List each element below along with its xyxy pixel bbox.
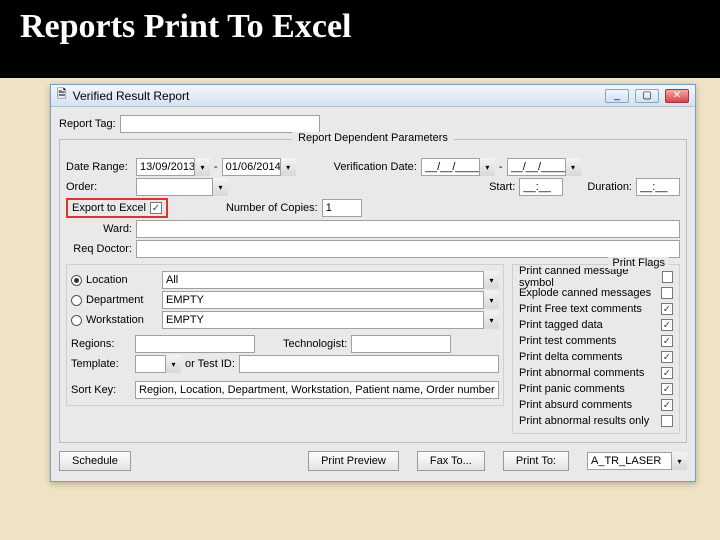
radio-workstation[interactable] xyxy=(71,315,82,326)
flag-row: Print delta comments✓ xyxy=(519,349,673,365)
chevron-down-icon[interactable]: ▾ xyxy=(565,158,581,176)
flag-checkbox[interactable]: ✓ xyxy=(661,351,673,363)
print-to-button[interactable]: Print To: xyxy=(503,451,569,471)
chevron-down-icon[interactable]: ▾ xyxy=(479,158,495,176)
flag-checkbox[interactable]: ✓ xyxy=(661,399,673,411)
export-excel-checkbox[interactable]: ✓ xyxy=(150,202,162,214)
order-combo[interactable]: ▾ xyxy=(136,178,228,196)
flag-row: Print abnormal comments✓ xyxy=(519,365,673,381)
copies-input[interactable] xyxy=(322,199,362,217)
chevron-down-icon[interactable]: ▾ xyxy=(194,158,210,176)
date-sep: - xyxy=(214,161,218,173)
export-excel-label: Export to Excel xyxy=(72,202,146,214)
copies-label: Number of Copies: xyxy=(226,202,318,214)
flag-row: Print test comments✓ xyxy=(519,333,673,349)
report-icon: 🗎 xyxy=(57,85,67,106)
ward-input[interactable] xyxy=(136,220,680,238)
flag-checkbox[interactable]: ✓ xyxy=(661,303,673,315)
location-label: Location xyxy=(86,274,158,286)
report-tag-input[interactable] xyxy=(120,115,320,133)
template-combo[interactable]: ▾ xyxy=(135,355,181,373)
titlebar[interactable]: 🗎 Verified Result Report _ ▢ ✕ xyxy=(51,85,695,107)
reqdoc-input[interactable] xyxy=(136,240,680,258)
date-from-picker[interactable]: ▾ xyxy=(136,158,210,176)
start-label: Start: xyxy=(489,181,515,193)
technologist-input[interactable] xyxy=(351,335,451,353)
schedule-button[interactable]: Schedule xyxy=(59,451,131,471)
workstation-label: Workstation xyxy=(86,314,158,326)
slide-title: Reports Print To Excel xyxy=(20,8,700,46)
slide-header: Reports Print To Excel xyxy=(0,0,720,78)
reqdoc-label: Req Doctor: xyxy=(66,243,132,255)
duration-label: Duration: xyxy=(587,181,632,193)
report-tag-label: Report Tag: xyxy=(59,118,116,130)
chevron-down-icon[interactable]: ▾ xyxy=(280,158,296,176)
printer-combo[interactable]: ▾ xyxy=(587,452,687,470)
flag-checkbox[interactable] xyxy=(661,287,673,299)
sortkey-label: Sort Key: xyxy=(71,384,131,396)
maximize-button[interactable]: ▢ xyxy=(635,89,659,103)
print-flags-group: Print Flags Print canned message symbol … xyxy=(512,264,680,434)
flag-checkbox[interactable]: ✓ xyxy=(661,335,673,347)
chevron-down-icon[interactable]: ▾ xyxy=(165,355,181,373)
department-label: Department xyxy=(86,294,158,306)
fax-to-button[interactable]: Fax To... xyxy=(417,451,485,471)
date-to-picker[interactable]: ▾ xyxy=(222,158,296,176)
flag-row: Print panic comments✓ xyxy=(519,381,673,397)
template-label: Template: xyxy=(71,358,131,370)
radio-location[interactable] xyxy=(71,275,82,286)
flag-row: Print tagged data✓ xyxy=(519,317,673,333)
verif-date-label: Verification Date: xyxy=(334,161,417,173)
radio-department[interactable] xyxy=(71,295,82,306)
window-verified-result-report: 🗎 Verified Result Report _ ▢ ✕ Report Ta… xyxy=(50,84,696,482)
dependent-params-legend: Report Dependent Parameters xyxy=(292,132,454,144)
scope-panel: Location ▾ Department ▾ Workstation ▾ xyxy=(66,264,504,406)
flag-checkbox[interactable] xyxy=(661,415,673,427)
flag-checkbox[interactable]: ✓ xyxy=(661,383,673,395)
date-sep2: - xyxy=(499,161,503,173)
chevron-down-icon[interactable]: ▾ xyxy=(483,311,499,329)
department-combo[interactable]: ▾ xyxy=(162,291,499,309)
regions-input[interactable] xyxy=(135,335,255,353)
chevron-down-icon[interactable]: ▾ xyxy=(212,178,228,196)
sortkey-input[interactable] xyxy=(135,381,499,399)
order-label: Order: xyxy=(66,181,132,193)
flag-checkbox[interactable] xyxy=(662,271,673,283)
chevron-down-icon[interactable]: ▾ xyxy=(483,291,499,309)
flag-row: Explode canned messages xyxy=(519,285,673,301)
flag-row: Print absurd comments✓ xyxy=(519,397,673,413)
chevron-down-icon[interactable]: ▾ xyxy=(483,271,499,289)
print-flags-legend: Print Flags xyxy=(608,257,669,269)
flag-row: Print Free text comments✓ xyxy=(519,301,673,317)
print-preview-button[interactable]: Print Preview xyxy=(308,451,399,471)
technologist-label: Technologist: xyxy=(283,338,347,350)
start-input[interactable] xyxy=(519,178,563,196)
duration-input[interactable] xyxy=(636,178,680,196)
flag-checkbox[interactable]: ✓ xyxy=(661,367,673,379)
ortestid-label: or Test ID: xyxy=(185,358,235,370)
ortestid-input[interactable] xyxy=(239,355,499,373)
window-body: Report Tag: Report Dependent Parameters … xyxy=(51,107,695,481)
flag-checkbox[interactable]: ✓ xyxy=(661,319,673,331)
verif-from-picker[interactable]: ▾ xyxy=(421,158,495,176)
location-combo[interactable]: ▾ xyxy=(162,271,499,289)
close-button[interactable]: ✕ xyxy=(665,89,689,103)
window-title: Verified Result Report xyxy=(73,89,190,103)
verif-to-picker[interactable]: ▾ xyxy=(507,158,581,176)
ward-label: Ward: xyxy=(66,223,132,235)
export-excel-highlight: Export to Excel ✓ xyxy=(66,198,168,218)
dependent-params-group: Report Dependent Parameters Date Range: … xyxy=(59,139,687,443)
minimize-button[interactable]: _ xyxy=(605,89,629,103)
date-range-label: Date Range: xyxy=(66,161,132,173)
workstation-combo[interactable]: ▾ xyxy=(162,311,499,329)
flag-row: Print canned message symbol xyxy=(519,269,673,285)
flag-row: Print abnormal results only xyxy=(519,413,673,429)
regions-label: Regions: xyxy=(71,338,131,350)
chevron-down-icon[interactable]: ▾ xyxy=(671,452,687,470)
